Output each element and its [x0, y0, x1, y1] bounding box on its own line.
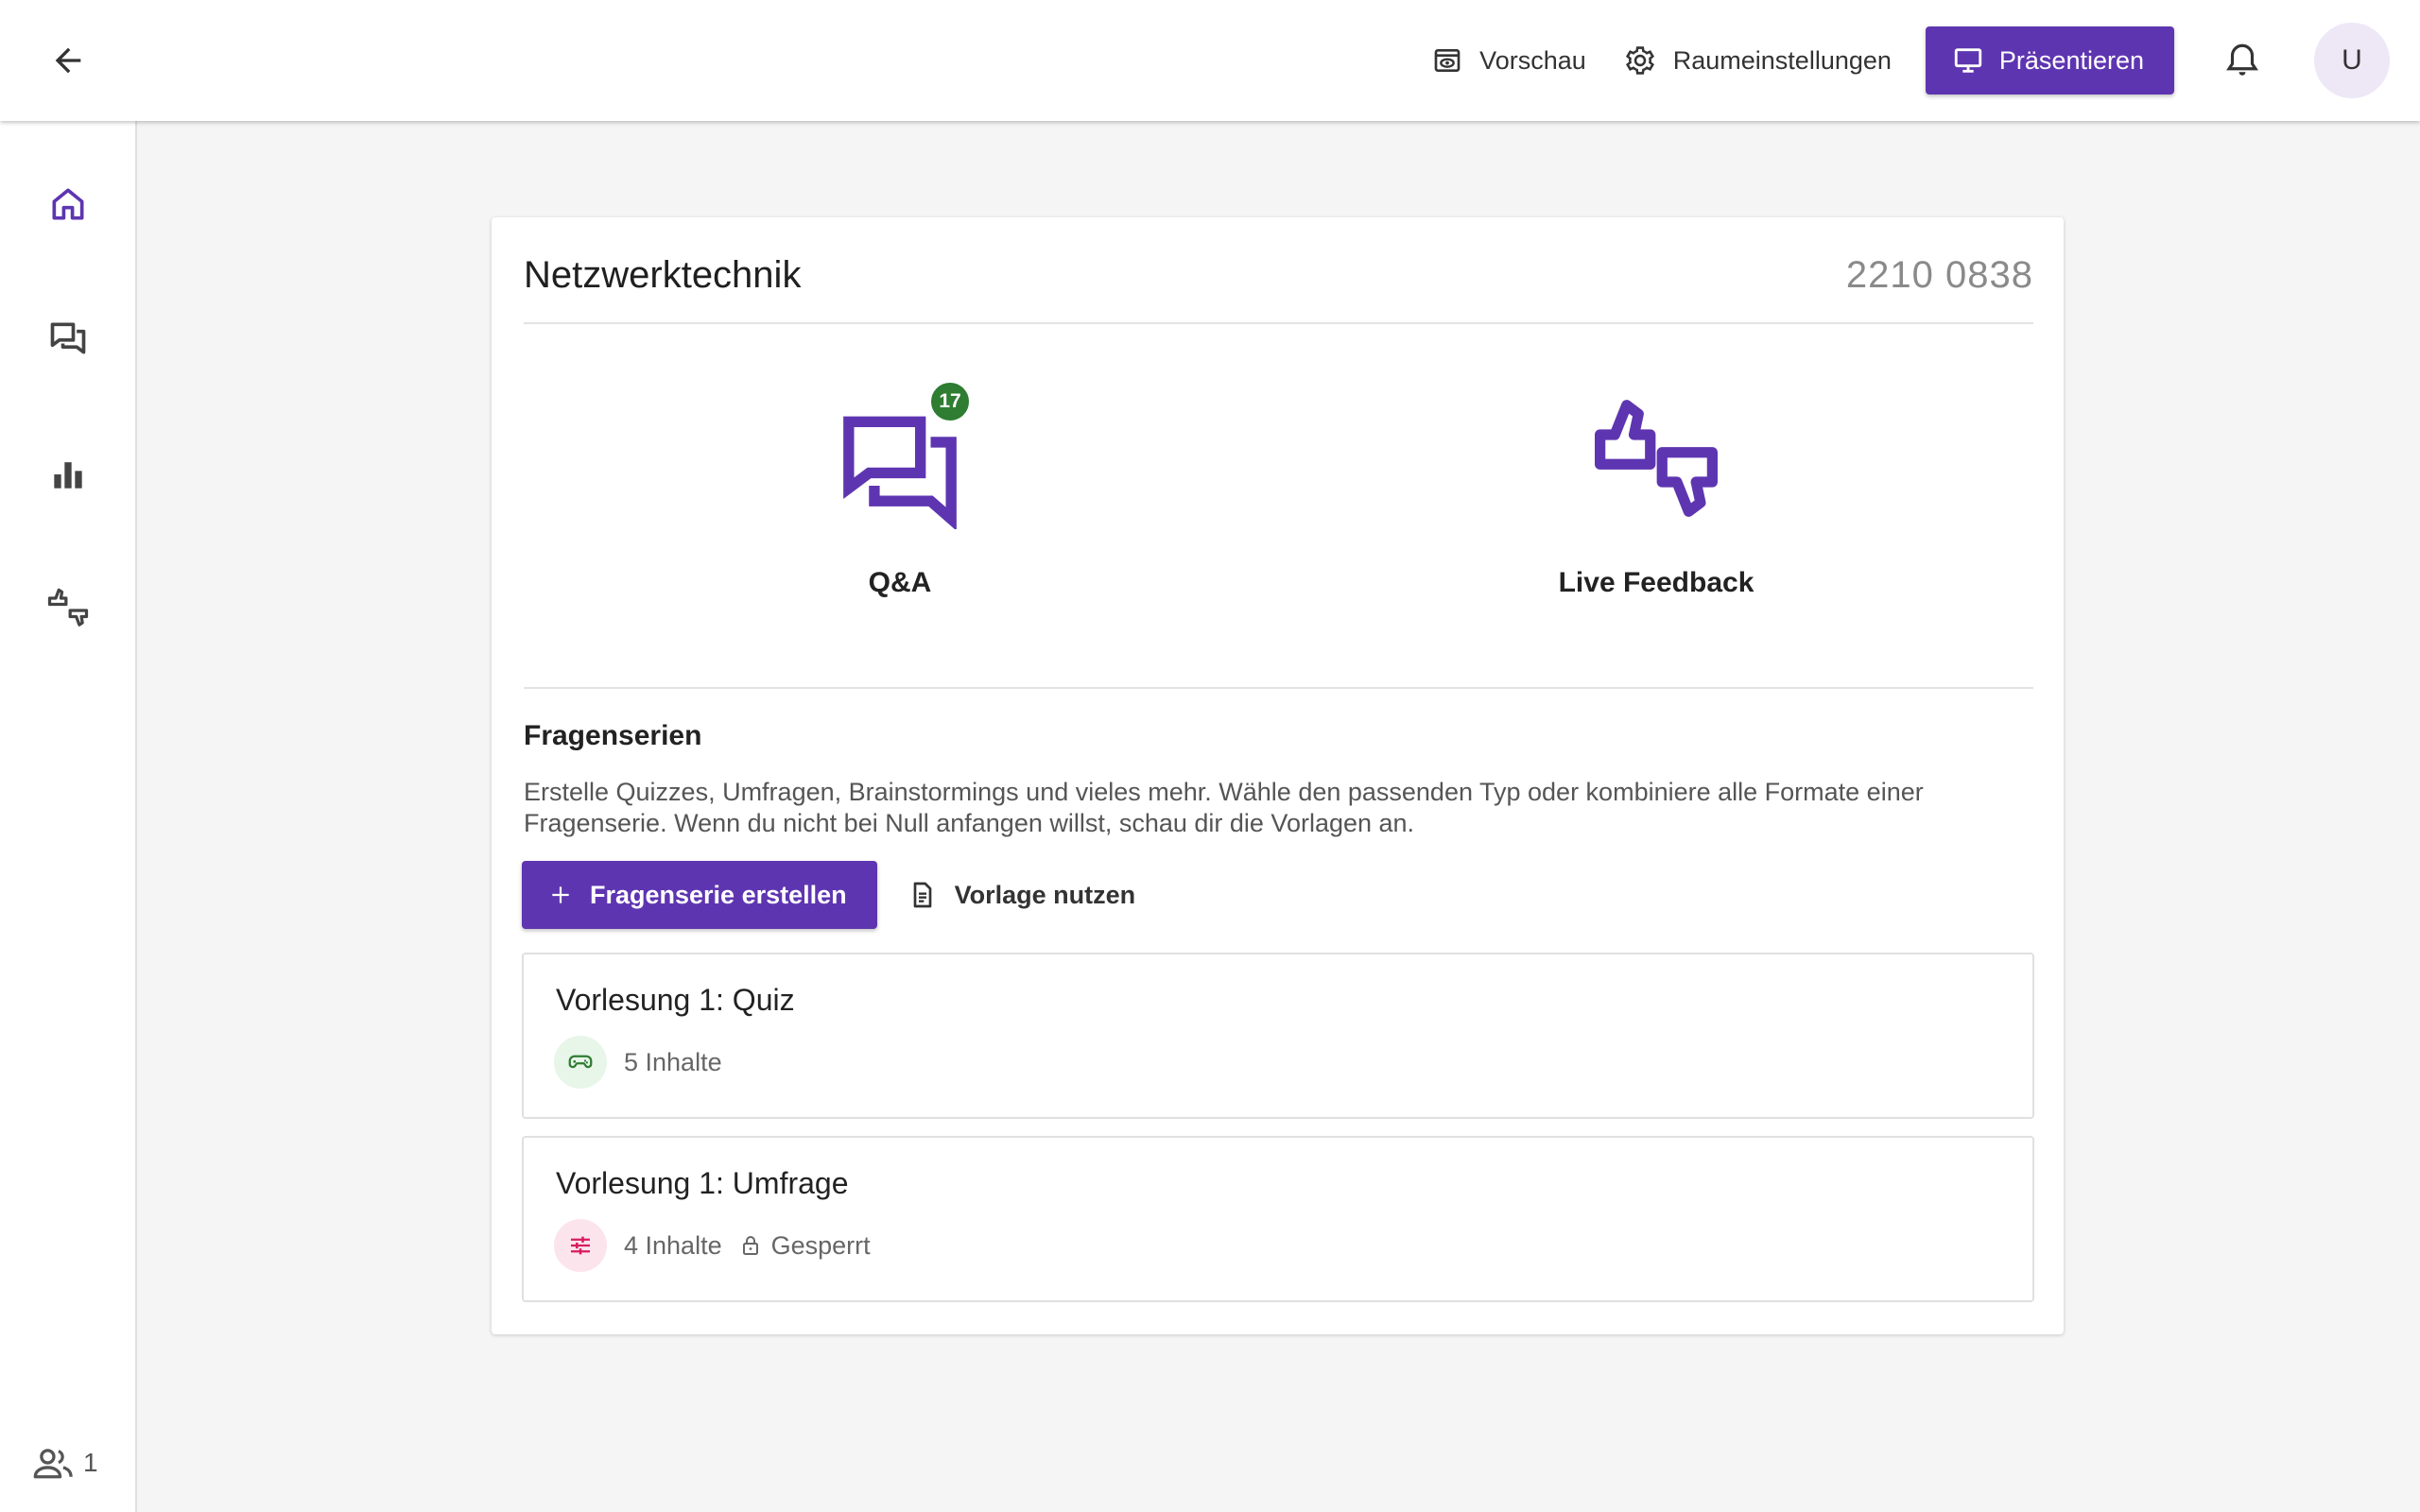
series-item-survey[interactable]: Vorlesung 1: Umfrage 4 Inhalte Gesperrt: [522, 1136, 2034, 1302]
top-app-bar: Vorschau Raumeinstellungen Präsentieren …: [0, 0, 2420, 121]
plus-icon: [552, 886, 569, 903]
series-item-count: 5 Inhalte: [624, 1047, 722, 1076]
features-divider: [524, 687, 2033, 689]
series-item-meta: 4 Inhalte Gesperrt: [554, 1219, 871, 1272]
feedback-icon-wrap: [1467, 378, 1845, 529]
top-actions: Vorschau Raumeinstellungen Präsentieren …: [1413, 0, 2420, 121]
preview-icon: [1434, 49, 1461, 72]
bell-icon: [2226, 43, 2258, 76]
present-button[interactable]: Präsentieren: [1925, 26, 2174, 94]
series-section-description: Erstelle Quizzes, Umfragen, Brainstormin…: [524, 778, 1924, 837]
bar-chart-icon: [54, 462, 82, 489]
locked-label: Gesperrt: [770, 1230, 871, 1260]
sidebar-item-qna[interactable]: [34, 304, 102, 372]
use-template-label: Vorlage nutzen: [954, 880, 1136, 909]
document-icon: [913, 882, 931, 908]
header-divider: [524, 322, 2033, 324]
preview-label: Vorschau: [1479, 45, 1586, 75]
qna-label: Q&A: [868, 567, 932, 598]
notifications-button[interactable]: [2208, 26, 2276, 94]
avatar-initial: U: [2342, 44, 2362, 76]
thumbs-up-down-large-icon: [1595, 400, 1718, 517]
room-card: Netzwerktechnik 2210 0838 17 Q&A Live Fe…: [492, 217, 2064, 1334]
room-name: Netzwerktechnik: [524, 253, 802, 296]
monitor-icon: [1954, 48, 1982, 73]
sidebar-item-series[interactable]: [34, 440, 102, 508]
room-settings-label: Raumeinstellungen: [1672, 45, 1892, 75]
series-item-count: 4 Inhalte: [624, 1230, 722, 1260]
online-users-count: 1: [83, 1448, 98, 1477]
users-icon: [33, 1449, 73, 1479]
series-item-title: Vorlesung 1: Umfrage: [556, 1166, 849, 1200]
series-item-title: Vorlesung 1: Quiz: [556, 983, 795, 1017]
sidebar: 1: [0, 121, 137, 1512]
feature-live-feedback[interactable]: Live Feedback: [1467, 378, 1845, 599]
room-code: 2210 0838: [1845, 253, 2033, 296]
thumbs-up-down-icon: [47, 588, 89, 627]
series-actions: Fragenserie erstellen Vorlage nutzen: [522, 861, 1154, 929]
sidebar-item-home[interactable]: [34, 170, 102, 238]
home-icon: [52, 188, 84, 220]
sidebar-item-feedback[interactable]: [34, 576, 102, 644]
preview-button[interactable]: Vorschau: [1413, 26, 1605, 94]
room-settings-button[interactable]: Raumeinstellungen: [1605, 26, 1910, 94]
gamepad-icon: [568, 1055, 593, 1069]
quiz-type-badge: [554, 1036, 607, 1089]
online-users: 1: [32, 1444, 98, 1482]
create-series-label: Fragenserie erstellen: [590, 880, 847, 909]
lock-icon: [742, 1236, 758, 1255]
locked-status: Gesperrt: [739, 1231, 871, 1261]
sliders-icon: [571, 1236, 590, 1255]
qna-badge: 17: [928, 380, 972, 423]
qna-chat-icon: [843, 416, 957, 529]
user-avatar[interactable]: U: [2314, 23, 2390, 98]
feedback-label: Live Feedback: [1558, 567, 1754, 598]
survey-type-badge: [554, 1219, 607, 1272]
gear-icon: [1625, 46, 1654, 75]
series-item-quiz[interactable]: Vorlesung 1: Quiz 5 Inhalte: [522, 953, 2034, 1119]
arrow-left-icon: [55, 47, 81, 74]
use-template-button[interactable]: Vorlage nutzen: [889, 861, 1155, 929]
series-item-meta: 5 Inhalte: [554, 1036, 722, 1089]
feature-qna[interactable]: 17 Q&A: [711, 378, 1089, 599]
series-section-title: Fragenserien: [524, 720, 702, 751]
present-label: Präsentieren: [1998, 45, 2144, 75]
create-series-button[interactable]: Fragenserie erstellen: [522, 861, 877, 929]
back-button[interactable]: [38, 32, 98, 89]
room-header: Netzwerktechnik 2210 0838: [524, 246, 2033, 304]
chat-bubbles-icon: [50, 322, 86, 354]
qna-icon-wrap: 17: [711, 378, 1089, 529]
